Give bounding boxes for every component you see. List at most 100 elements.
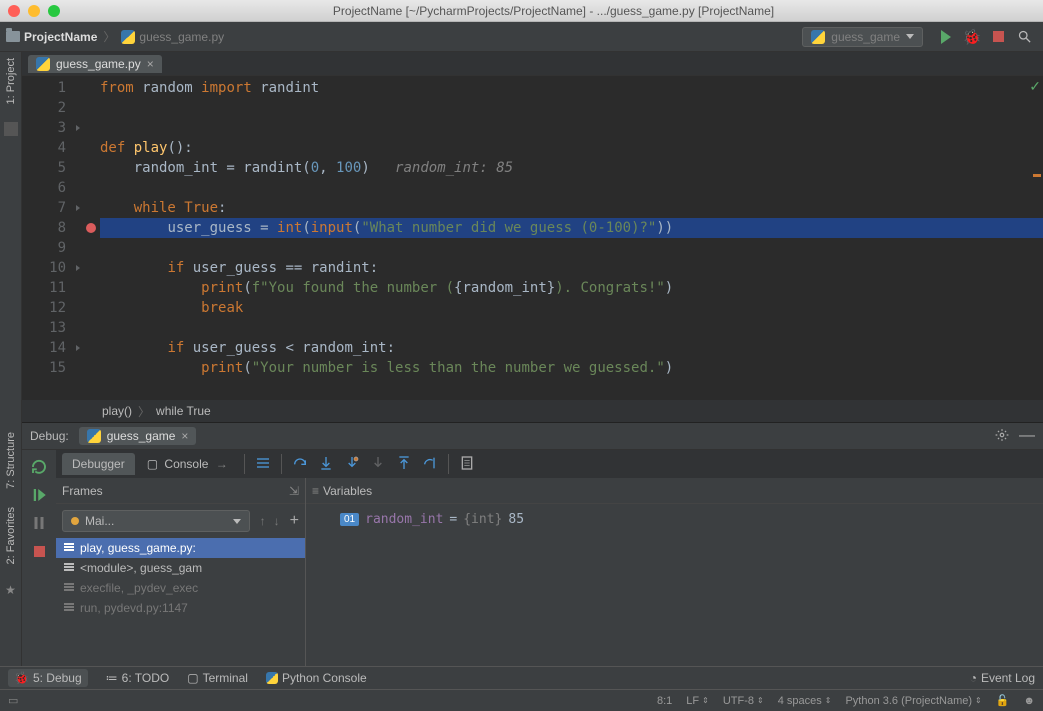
step-into-mycode-icon (344, 455, 360, 471)
force-step-into-button[interactable] (370, 455, 386, 474)
debug-title: Debug: (30, 429, 69, 443)
stack-frame[interactable]: <module>, guess_gam (56, 558, 305, 578)
code-line[interactable] (100, 238, 1043, 258)
debug-session-tab[interactable]: guess_game × (79, 427, 197, 445)
ide-fatal-errors-icon[interactable]: ☻ (1023, 695, 1035, 707)
variable-list[interactable]: 01 random_int = {int} 85 (332, 504, 1043, 689)
run-button[interactable] (937, 30, 955, 44)
code-line[interactable]: def play(): (100, 138, 1043, 158)
code-line[interactable] (100, 118, 1043, 138)
frames-restore-icon[interactable]: ⇲ (289, 484, 299, 498)
variable-row[interactable]: 01 random_int = {int} 85 (340, 512, 1035, 527)
code-crumb-1[interactable]: play() (102, 404, 132, 418)
breadcrumb-project[interactable]: ProjectName (6, 30, 97, 44)
code-line[interactable]: while True: (100, 198, 1043, 218)
show-execution-point-button[interactable] (255, 455, 271, 474)
editor-content[interactable]: from random import randint def play(): ra… (100, 76, 1043, 422)
add-frame-button[interactable]: + (284, 512, 305, 530)
tool-window-todo[interactable]: ≔ 6: TODO (106, 671, 170, 685)
step-out-button[interactable] (396, 455, 412, 474)
gutter-line[interactable]: 6 (22, 178, 100, 198)
stack-frame[interactable]: execfile, _pydev_exec (56, 578, 305, 598)
file-encoding[interactable]: UTF-8⇕ (723, 695, 764, 707)
gutter-line[interactable]: 10 (22, 258, 100, 278)
code-line[interactable] (100, 98, 1043, 118)
step-into-button[interactable] (318, 455, 334, 474)
gutter-line[interactable]: 15 (22, 358, 100, 378)
tool-window-structure[interactable]: 7: Structure (5, 432, 17, 489)
run-to-cursor-button[interactable] (422, 455, 438, 474)
code-line[interactable]: if user_guess < random_int: (100, 338, 1043, 358)
tool-window-terminal[interactable]: ▢ Terminal (187, 671, 248, 685)
stack-frame-icon (64, 583, 76, 593)
python-interpreter[interactable]: Python 3.6 (ProjectName)⇕ (845, 695, 981, 707)
status-bar-menu-button[interactable]: ▭ (8, 694, 18, 707)
code-line[interactable]: break (100, 298, 1043, 318)
prev-frame-button[interactable]: ↑ (256, 514, 270, 528)
stop-button[interactable] (989, 31, 1007, 42)
thread-selector[interactable]: Mai... (62, 510, 250, 532)
code-line[interactable] (100, 318, 1043, 338)
console-tab[interactable]: ▢ Console → (137, 453, 238, 475)
code-line[interactable]: user_guess = int(input("What number did … (100, 218, 1043, 238)
gutter-line[interactable]: 12 (22, 298, 100, 318)
debug-settings-button[interactable] (995, 428, 1009, 445)
gutter-line[interactable]: 1 (22, 78, 100, 98)
hide-tool-window-button[interactable]: — (1019, 427, 1035, 445)
gutter-line[interactable]: 11 (22, 278, 100, 298)
gutter-line[interactable]: 7 (22, 198, 100, 218)
gutter-line[interactable]: 4 (22, 138, 100, 158)
gutter-line[interactable]: 8 (22, 218, 100, 238)
step-over-icon (292, 455, 308, 471)
python-icon (87, 429, 101, 443)
gutter-line[interactable]: 14 (22, 338, 100, 358)
next-frame-button[interactable]: ↓ (270, 514, 284, 528)
resume-button[interactable] (30, 486, 48, 504)
favorites-star-icon: ★ (5, 583, 16, 597)
step-into-my-code-button[interactable] (344, 455, 360, 474)
stack-frame[interactable]: play, guess_game.py: (56, 538, 305, 558)
code-line[interactable]: print(f"You found the number ({random_in… (100, 278, 1043, 298)
gutter-line[interactable]: 3 (22, 118, 100, 138)
editor-gutter[interactable]: 123456789101112131415 (22, 76, 100, 422)
breadcrumb-file[interactable]: guess_game.py (121, 30, 224, 44)
pause-button[interactable] (30, 514, 48, 532)
stop-debug-button[interactable] (30, 542, 48, 560)
debug-button[interactable]: 🐞 (963, 28, 981, 46)
search-everywhere-button[interactable] (1015, 29, 1033, 44)
tool-window-debug[interactable]: 🐞 5: Debug (8, 669, 88, 687)
tool-window-python- console[interactable]: Python Console (266, 671, 367, 685)
code-line[interactable]: print("Your number is less than the numb… (100, 358, 1043, 378)
gutter-line[interactable]: 2 (22, 98, 100, 118)
debug-tool-window: » Debugger ▢ Console → Frames (22, 450, 1043, 689)
debugger-tab[interactable]: Debugger (62, 453, 135, 475)
code-editor[interactable]: 123456789101112131415 from random import… (22, 76, 1043, 422)
code-line[interactable]: random_int = randint(0, 100) random_int:… (100, 158, 1043, 178)
code-line[interactable]: if user_guess == randint: (100, 258, 1043, 278)
code-line[interactable] (100, 178, 1043, 198)
zoom-window-button[interactable] (48, 5, 60, 17)
run-configuration-selector[interactable]: guess_game (802, 27, 923, 47)
tool-window-event-log[interactable]: ◔ Event Log (970, 671, 1035, 685)
code-line[interactable]: from random import randint (100, 78, 1043, 98)
tool-window-project[interactable]: 1: Project (5, 58, 17, 104)
minimize-window-button[interactable] (28, 5, 40, 17)
gutter-line[interactable]: 9 (22, 238, 100, 258)
close-tab-button[interactable]: × (147, 57, 154, 71)
close-window-button[interactable] (8, 5, 20, 17)
rerun-button[interactable] (30, 458, 48, 476)
evaluate-expression-button[interactable] (459, 455, 475, 474)
code-crumb-2[interactable]: while True (156, 404, 211, 418)
indent-settings[interactable]: 4 spaces⇕ (778, 695, 832, 707)
editor-tab-active[interactable]: guess_game.py × (28, 55, 162, 73)
warning-marker[interactable] (1033, 174, 1041, 177)
line-separator[interactable]: LF⇕ (686, 695, 709, 707)
gutter-line[interactable]: 13 (22, 318, 100, 338)
lock-icon[interactable]: 🔓 (996, 694, 1010, 707)
close-session-button[interactable]: × (181, 429, 188, 443)
gutter-line[interactable]: 5 (22, 158, 100, 178)
step-over-button[interactable] (292, 455, 308, 474)
caret-position[interactable]: 8:1 (657, 695, 672, 707)
stack-frame[interactable]: run, pydevd.py:1147 (56, 598, 305, 618)
tool-window-favorites[interactable]: 2: Favorites (5, 507, 17, 564)
